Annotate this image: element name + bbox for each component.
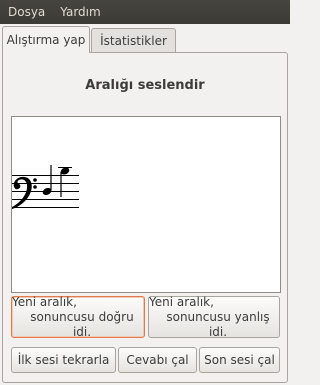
play-answer-button[interactable]: Cevabı çal (118, 347, 197, 373)
tab-bar: Alıştırma yap İstatistikler (0, 26, 290, 53)
tab-practice[interactable]: Alıştırma yap (2, 26, 90, 53)
correct-button-line1: Yeni aralık, (12, 294, 77, 309)
note-second (58, 167, 72, 197)
wrong-button-line1: Yeni aralık, (149, 294, 214, 309)
note-first (42, 165, 52, 196)
play-last-note-button[interactable]: Son sesi çal (199, 347, 280, 373)
wrong-button-line2: sonuncusu yanlış idi. (166, 309, 270, 339)
new-interval-correct-button[interactable]: Yeni aralık, sonuncusu doğru idi. (11, 294, 145, 339)
bass-clef-icon (12, 176, 37, 209)
menu-bar: Dosya Yardım (0, 0, 290, 24)
tab-statistics[interactable]: İstatistikler (91, 28, 176, 52)
exercise-title: Aralığı seslendir (85, 78, 205, 93)
new-interval-wrong-button[interactable]: Yeni aralık, sonuncusu yanlış idi. (148, 294, 280, 339)
menu-help[interactable]: Yardım (60, 5, 100, 19)
music-staff-canvas (11, 116, 281, 293)
staff-notation (12, 165, 79, 209)
correct-button-line2: sonuncusu doğru idi. (30, 309, 134, 339)
menu-file[interactable]: Dosya (8, 5, 45, 19)
practice-panel: Aralığı seslendir Yeni aralık, sonuncusu… (2, 52, 288, 383)
repeat-first-note-button[interactable]: İlk sesi tekrarla (11, 347, 116, 373)
